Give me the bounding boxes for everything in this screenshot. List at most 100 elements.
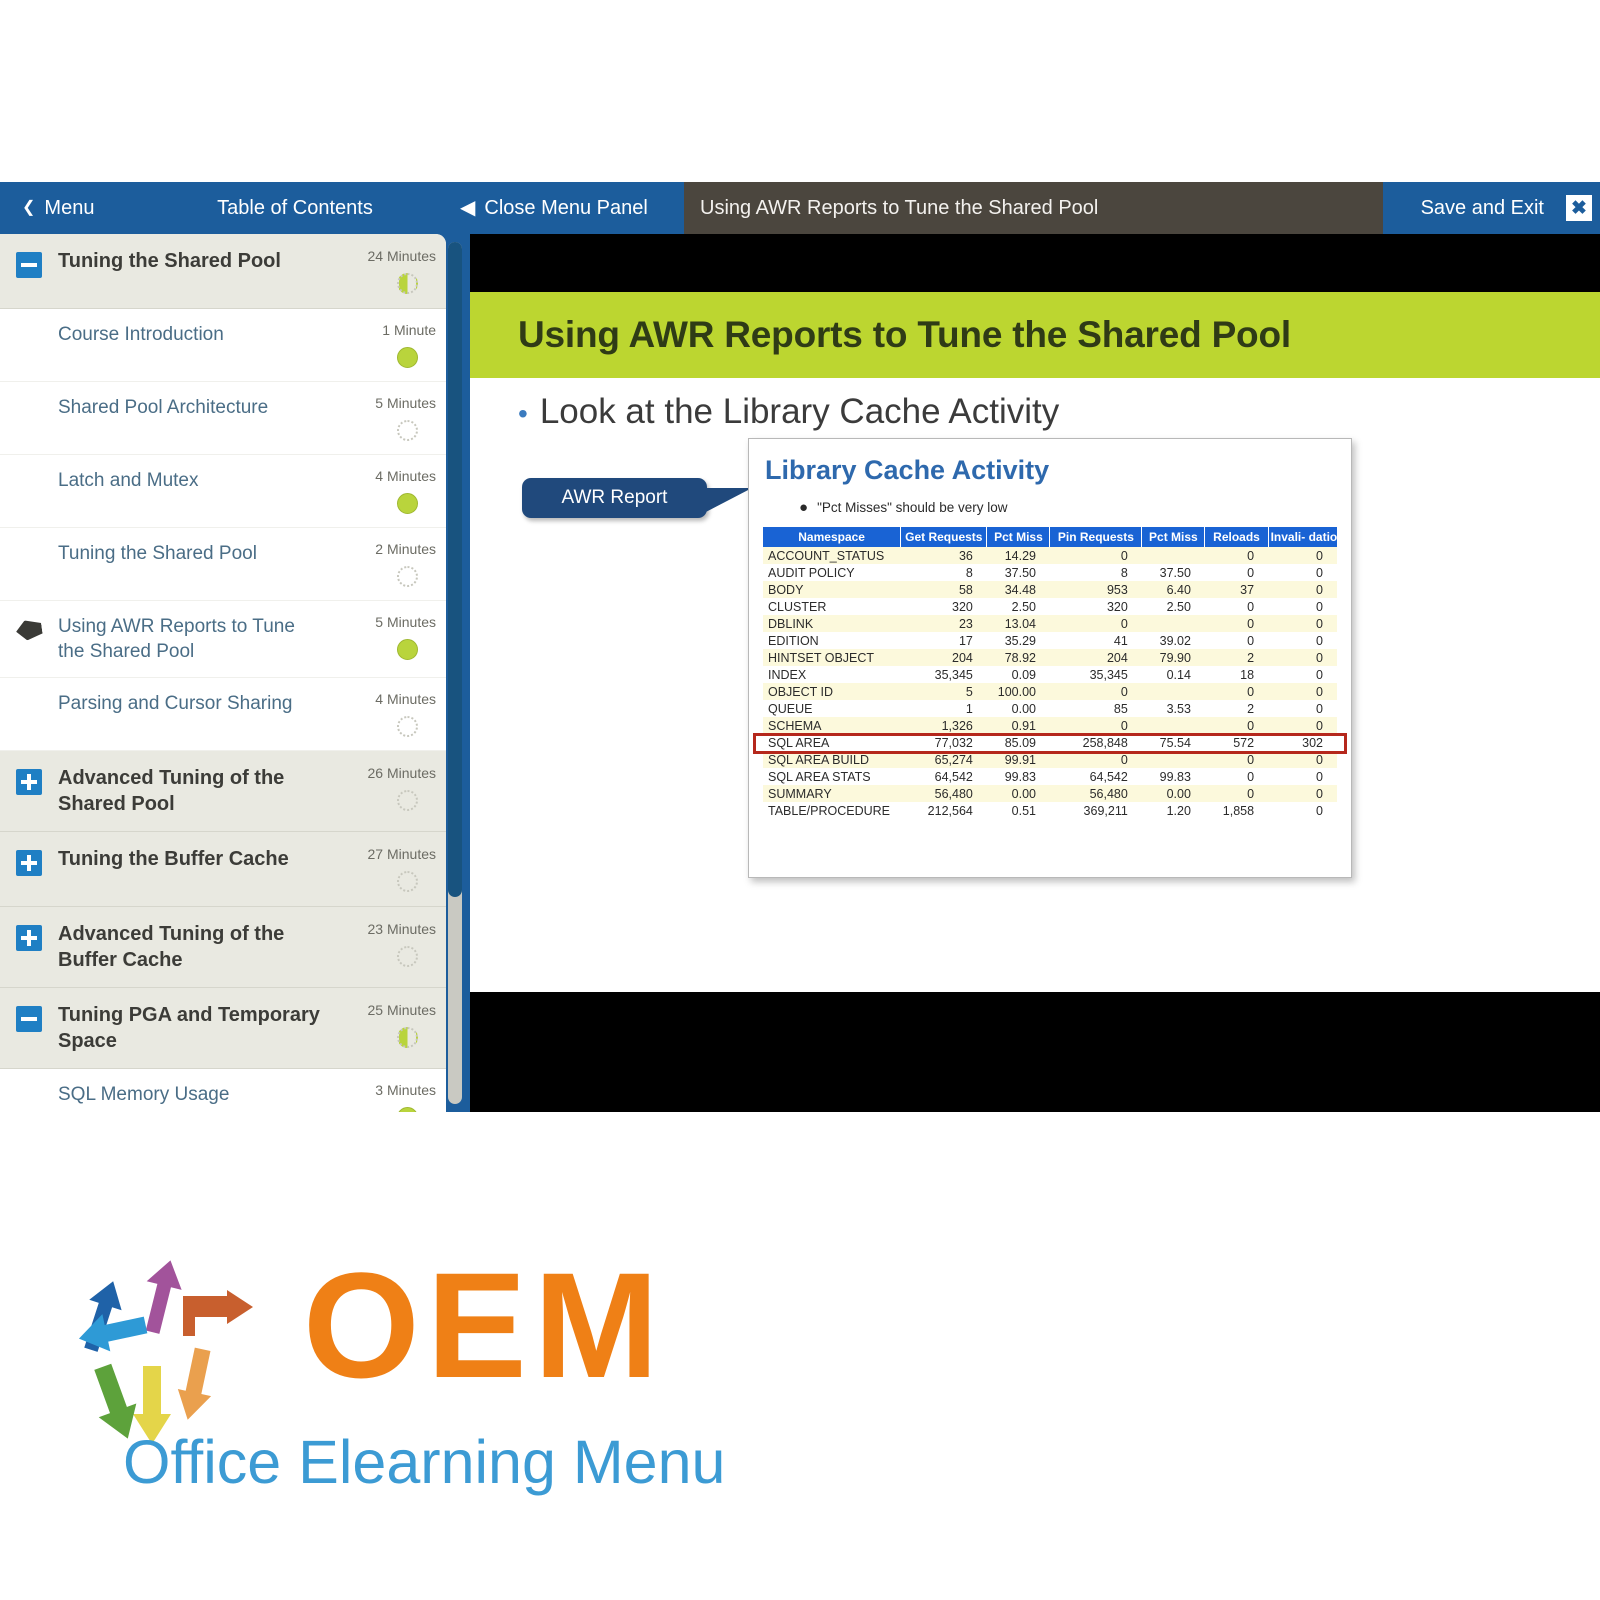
value-cell: 0 bbox=[1247, 616, 1255, 631]
value-cell: 0 bbox=[1120, 616, 1128, 631]
close-icon[interactable]: ✖ bbox=[1566, 195, 1592, 221]
toc-item-meta: 27 Minutes bbox=[334, 846, 446, 892]
toc-item-5[interactable]: Using AWR Reports to Tune the Shared Poo… bbox=[0, 601, 446, 678]
table-row: BODY 58 34.48 953 6.40 37 0 bbox=[763, 581, 1337, 598]
toc-item-meta: 24 Minutes bbox=[334, 248, 446, 294]
toc-item-7[interactable]: Advanced Tuning of the Shared Pool 26 Min… bbox=[0, 751, 446, 832]
toc-item-meta: 2 Minutes bbox=[334, 541, 446, 587]
toc-status-partial-icon bbox=[397, 1027, 418, 1048]
toc-item-meta: 4 Minutes bbox=[334, 468, 446, 514]
namespace-cell: QUEUE bbox=[768, 701, 813, 716]
value-cell: 0 bbox=[1247, 786, 1255, 801]
expand-plus-icon[interactable] bbox=[16, 850, 42, 876]
value-cell: 0 bbox=[1247, 565, 1255, 580]
value-cell: 0 bbox=[1247, 718, 1255, 733]
value-cell: 78.92 bbox=[1004, 650, 1036, 665]
table-row: INDEX 35,345 0.09 35,345 0.14 18 0 bbox=[763, 666, 1337, 683]
save-and-exit-label: Save and Exit bbox=[1420, 196, 1544, 219]
toc-item-label: Tuning the Buffer Cache bbox=[58, 848, 289, 870]
oem-tagline: Office Elearning Menu bbox=[123, 1428, 726, 1496]
toc-status-partial-icon bbox=[397, 273, 418, 294]
toc-item-meta: 25 Minutes bbox=[334, 1002, 446, 1048]
namespace-cell: SCHEMA bbox=[768, 718, 822, 733]
value-cell: 0 bbox=[1316, 633, 1323, 648]
value-cell: 0 bbox=[1316, 684, 1323, 699]
close-menu-panel-button[interactable]: ◀ Close Menu Panel bbox=[460, 182, 684, 234]
save-and-exit-button[interactable]: Save and Exit bbox=[1383, 182, 1558, 234]
toc-item-0[interactable]: Tuning the Shared Pool 24 Minutes bbox=[0, 234, 446, 309]
value-cell: 204 bbox=[1106, 650, 1128, 665]
toc-item-8[interactable]: Tuning the Buffer Cache 27 Minutes bbox=[0, 832, 446, 907]
toc-item-4[interactable]: Tuning the Shared Pool 2 Minutes bbox=[0, 528, 446, 601]
namespace-cell: DBLINK bbox=[768, 616, 814, 631]
value-cell: 369,211 bbox=[1083, 803, 1128, 818]
current-slide-title: Using AWR Reports to Tune the Shared Poo… bbox=[700, 196, 1099, 219]
awr-card-note-text: "Pct Misses" should be very low bbox=[817, 500, 1008, 515]
table-row: TABLE/PROCEDURE 212,564 0.51 369,211 1.20 1,8… bbox=[763, 802, 1337, 819]
namespace-cell: AUDIT POLICY bbox=[768, 565, 855, 580]
menu-button[interactable]: ❮ Menu bbox=[0, 182, 130, 234]
value-cell: 37.50 bbox=[1159, 565, 1191, 580]
value-cell: 13.04 bbox=[1004, 616, 1036, 631]
table-row: SQL AREA BUILD 65,274 99.91 0 0 0 bbox=[763, 751, 1337, 768]
value-cell: 85 bbox=[1113, 701, 1128, 716]
collapse-minus-icon[interactable] bbox=[16, 252, 42, 278]
toc-item-1[interactable]: Course Introduction 1 Minute bbox=[0, 309, 446, 382]
value-cell: 0 bbox=[1316, 650, 1323, 665]
value-cell: 0 bbox=[1316, 718, 1323, 733]
toc-item-6[interactable]: Parsing and Cursor Sharing 4 Minutes bbox=[0, 678, 446, 751]
toc-scrollbar-thumb[interactable] bbox=[448, 242, 462, 897]
toc-item-meta: 4 Minutes bbox=[334, 691, 446, 737]
value-cell: 1,858 bbox=[1222, 803, 1255, 818]
toc-item-duration: 5 Minutes bbox=[375, 395, 436, 411]
value-cell bbox=[1142, 615, 1205, 632]
value-cell: 0 bbox=[1316, 701, 1323, 716]
value-cell: 37.50 bbox=[1004, 565, 1036, 580]
value-cell: 0.00 bbox=[1166, 786, 1191, 801]
value-cell: 39.02 bbox=[1159, 633, 1191, 648]
table-header-cell: Pin Requests bbox=[1049, 527, 1143, 547]
toc-item-label: Advanced Tuning of the Shared Pool bbox=[58, 767, 285, 815]
awr-report-callout-label: AWR Report bbox=[561, 487, 668, 508]
slide-bullet: • Look at the Library Cache Activity bbox=[518, 392, 1059, 432]
table-row: OBJECT ID 5 100.00 0 0 0 bbox=[763, 683, 1337, 700]
toc-marker-cell bbox=[0, 468, 58, 474]
table-of-contents-heading: Table of Contents bbox=[130, 182, 460, 234]
value-cell: 35.29 bbox=[1004, 633, 1036, 648]
value-cell: 1,326 bbox=[941, 718, 973, 733]
toc-item-2[interactable]: Shared Pool Architecture 5 Minutes bbox=[0, 382, 446, 455]
value-cell: 0.00 bbox=[1011, 786, 1036, 801]
toc-expander-cell bbox=[0, 248, 58, 278]
toc-item-11[interactable]: SQL Memory Usage 3 Minutes bbox=[0, 1069, 446, 1112]
toc-item-duration: 2 Minutes bbox=[375, 541, 436, 557]
collapse-minus-icon[interactable] bbox=[16, 1006, 42, 1032]
value-cell: 99.91 bbox=[1004, 752, 1036, 767]
toc-expander-cell bbox=[0, 1002, 58, 1032]
oem-logo-block: OEM Office Elearning Menu bbox=[0, 1240, 1600, 1540]
menu-panel: Tuning the Shared Pool 24 Minutes Course I… bbox=[0, 234, 470, 1112]
expand-plus-icon[interactable] bbox=[16, 925, 42, 951]
toc-item-9[interactable]: Advanced Tuning of the Buffer Cache 23 Mi… bbox=[0, 907, 446, 988]
toc-item-label: Parsing and Cursor Sharing bbox=[58, 693, 293, 714]
expand-plus-icon[interactable] bbox=[16, 769, 42, 795]
player-topbar: ❮ Menu Table of Contents ◀ Close Menu Pa… bbox=[0, 182, 1600, 234]
value-cell bbox=[1142, 717, 1205, 734]
toc-item-meta: 5 Minutes bbox=[334, 614, 446, 660]
close-menu-panel-label: Close Menu Panel bbox=[484, 196, 648, 219]
toc-status-complete-icon bbox=[397, 347, 418, 368]
toc-status-notstarted-icon bbox=[397, 871, 418, 892]
value-cell: 56,480 bbox=[1089, 786, 1128, 801]
value-cell: 1.20 bbox=[1166, 803, 1191, 818]
value-cell: 0 bbox=[1247, 752, 1255, 767]
value-cell: 0 bbox=[1316, 769, 1323, 784]
value-cell: 1 bbox=[965, 701, 973, 716]
value-cell: 14.29 bbox=[1004, 548, 1036, 563]
toc-item-10[interactable]: Tuning PGA and Temporary Space 25 Minutes bbox=[0, 988, 446, 1069]
table-row: SUMMARY 56,480 0.00 56,480 0.00 0 0 bbox=[763, 785, 1337, 802]
toc-item-meta: 23 Minutes bbox=[334, 921, 446, 967]
toc-scrollbar[interactable] bbox=[448, 242, 462, 1104]
toc-item-duration: 4 Minutes bbox=[375, 468, 436, 484]
toc-item-3[interactable]: Latch and Mutex 4 Minutes bbox=[0, 455, 446, 528]
namespace-cell: HINTSET OBJECT bbox=[768, 650, 875, 665]
value-cell: 64,542 bbox=[934, 769, 973, 784]
